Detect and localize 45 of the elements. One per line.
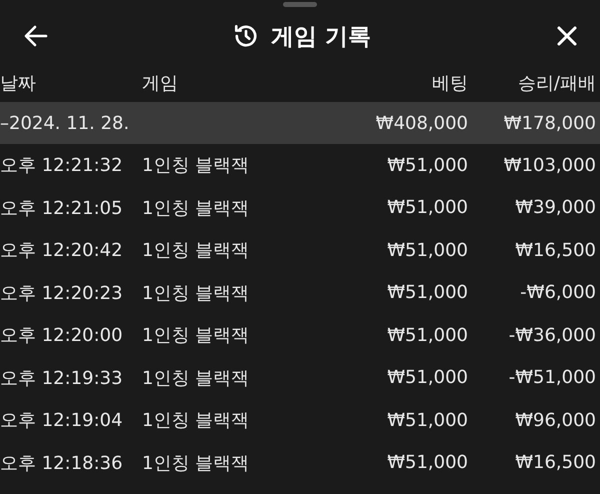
- game-cell-text: 1인칭 블랙잭: [142, 324, 250, 348]
- bet-cell-text: ₩51,000: [386, 154, 468, 176]
- time-cell-text: 오후 12:20:42: [0, 239, 124, 262]
- game-cell-text: 1인칭 블랙잭: [142, 154, 250, 178]
- result-cell-text: -₩51,000: [508, 367, 596, 388]
- bet-cell-text: ₩51,000: [386, 452, 468, 474]
- date-cell-text: –2024. 11. 28.: [0, 112, 130, 134]
- time-cell-text: 오후 12:21:05: [0, 196, 124, 220]
- time-cell-text: 오후 12:20:23: [0, 282, 124, 305]
- time-cell-text: 오후 12:20:00: [0, 324, 124, 348]
- game-cell-text: 1인칭 블랙잭: [142, 282, 250, 305]
- history-icon: [232, 23, 259, 49]
- game-cell-text: 1인칭 블랙잭: [142, 366, 250, 390]
- column-header: 베팅: [431, 72, 468, 95]
- result-cell-text: ₩103,000: [502, 154, 596, 176]
- bet-cell-text: ₩51,000: [386, 240, 468, 261]
- time-cell-text: 오후 12:19:04: [0, 409, 124, 432]
- bet-cell-text: ₩51,000: [386, 197, 468, 218]
- game-cell-text: 1인칭 블랙잭: [142, 452, 250, 475]
- game-cell-text: 1인칭 블랙잭: [142, 239, 250, 262]
- result-cell-text: -₩6,000: [519, 282, 596, 304]
- column-header: 게임: [142, 72, 179, 95]
- close-button[interactable]: [556, 25, 578, 47]
- column-header: 승리/패배: [516, 72, 596, 95]
- result-cell-text: ₩39,000: [514, 197, 596, 218]
- bet-cell-text: ₩51,000: [386, 324, 468, 346]
- game-cell-text: 1인칭 블랙잭: [142, 196, 250, 220]
- result-cell-text: ₩178,000: [502, 112, 596, 134]
- time-cell-text: 오후 12:21:32: [0, 154, 124, 178]
- page-title: 게임 기록: [270, 22, 371, 52]
- back-button[interactable]: [24, 25, 48, 47]
- column-header: 날짜: [0, 72, 37, 95]
- result-cell-text: ₩96,000: [514, 410, 596, 431]
- bet-cell-text: ₩51,000: [386, 367, 468, 388]
- drag-handle[interactable]: [283, 2, 317, 7]
- result-cell-text: ₩16,500: [514, 452, 596, 474]
- result-cell-text: ₩16,500: [514, 240, 596, 261]
- bet-cell-text: ₩51,000: [386, 282, 468, 304]
- bet-cell-text: ₩408,000: [374, 112, 468, 134]
- bet-cell-text: ₩51,000: [386, 410, 468, 431]
- time-cell-text: 오후 12:19:33: [0, 366, 124, 390]
- result-cell-text: -₩36,000: [508, 324, 596, 346]
- time-cell-text: 오후 12:18:36: [0, 452, 124, 475]
- game-cell-text: 1인칭 블랙잭: [142, 409, 250, 432]
- summary-row[interactable]: –2024. 11. 28. ₩408,000 ₩178,000: [0, 102, 600, 144]
